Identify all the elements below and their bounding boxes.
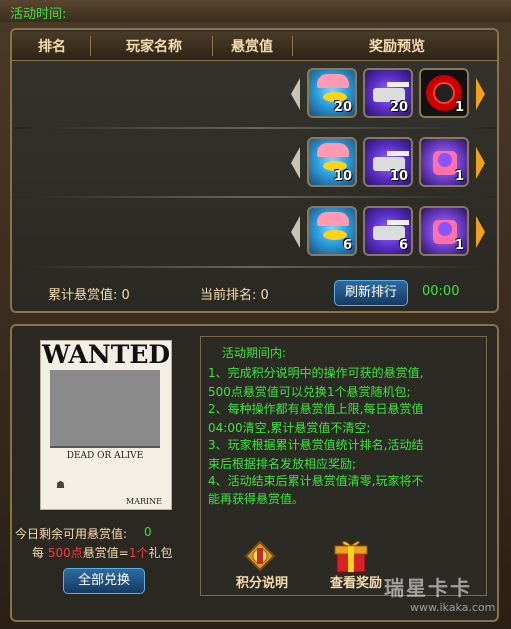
reward-slot[interactable]: 6 [307, 206, 357, 256]
dead-or-alive-text: DEAD OR ALIVE [66, 451, 144, 461]
rule-line: 2、每种操作都有悬赏值上限,每日悬赏值 [208, 402, 424, 416]
total-bounty-label: 累计悬赏值: [48, 288, 118, 303]
reward-quantity: 20 [333, 100, 352, 115]
rule-line: 能再获得悬赏值。 [208, 492, 305, 506]
rule-line: 束后根据排名发放相应奖励; [208, 457, 357, 471]
gift-box-icon [334, 541, 368, 573]
points-help-label[interactable]: 积分说明 [222, 572, 302, 591]
reward-next-arrow[interactable] [476, 147, 485, 179]
watermark-url: www.ikaka.com [410, 601, 496, 614]
wanted-title: WANTED [42, 340, 171, 369]
poster-seal-icon: ☗ [56, 480, 65, 491]
exchange-all-button[interactable]: 全部兑换 [63, 568, 145, 594]
rule-line: 04:00清空,累计悬赏值不清空; [208, 421, 371, 435]
countdown-timer: 00:00 [422, 284, 460, 299]
refresh-ranking-button[interactable]: 刷新排行 [334, 280, 408, 306]
reward-slot[interactable]: 1 [419, 206, 469, 256]
header-reward-preview: 奖励预览 [369, 39, 425, 55]
rate-points: 500点 [47, 546, 83, 560]
ranking-header: 排名 玩家名称 悬赏值 奖励预览 [12, 32, 497, 61]
row-divider [14, 266, 495, 268]
rate-middle: 悬赏值= [82, 546, 129, 560]
wanted-photo-rule [50, 446, 160, 448]
view-rewards-button[interactable] [333, 536, 369, 574]
reward-prev-arrow[interactable] [291, 78, 300, 110]
top-bar [0, 0, 511, 22]
reward-next-arrow[interactable] [476, 216, 485, 248]
rule-line: 活动期间内: [222, 346, 287, 360]
current-rank-value: 0 [260, 288, 269, 303]
header-separator [90, 36, 91, 56]
wanted-photo-placeholder [50, 370, 160, 446]
exchange-rate-text: 每 500点悬赏值=1个礼包 [32, 544, 172, 561]
reward-quantity: 6 [342, 238, 352, 253]
header-player-name: 玩家名称 [126, 39, 182, 55]
reward-slot[interactable]: 10 [307, 137, 357, 187]
event-time-label: 活动时间: [10, 7, 67, 22]
header-bounty: 悬赏值 [231, 39, 273, 55]
site-watermark: 瑞星卡卡 www.ikaka.com [384, 572, 504, 618]
marine-text: MARINE [126, 497, 162, 506]
remaining-bounty-value: 0 [144, 525, 152, 539]
reward-slot[interactable]: 1 [419, 137, 469, 187]
rule-line: 1、完成积分说明中的操作可获的悬赏值, [208, 366, 424, 380]
watermark-brand: 瑞星卡卡 [384, 576, 472, 600]
row-divider [14, 127, 495, 129]
remaining-bounty-label: 今日剩余可用悬赏值: [15, 527, 128, 541]
reward-slot[interactable]: 20 [307, 68, 357, 118]
reward-slot[interactable]: 20 [363, 68, 413, 118]
points-help-button[interactable] [244, 540, 276, 572]
reward-quantity: 6 [398, 238, 408, 253]
header-separator [292, 36, 293, 56]
rate-suffix: 礼包 [148, 546, 173, 560]
reward-quantity: 10 [389, 169, 408, 184]
rule-line: 500点悬赏值可以兑换1个悬赏随机包; [208, 385, 411, 399]
rate-count: 1个 [128, 546, 149, 560]
rate-prefix: 每 [32, 546, 45, 560]
current-rank-label: 当前排名: [200, 288, 257, 303]
reward-prev-arrow[interactable] [291, 147, 300, 179]
reward-prev-arrow[interactable] [291, 216, 300, 248]
current-rank: 当前排名: 0 [200, 284, 269, 303]
row-divider [14, 196, 495, 198]
rule-line: 4、活动结束后累计悬赏值清零,玩家将不 [208, 474, 424, 488]
reward-next-arrow[interactable] [476, 78, 485, 110]
header-separator [212, 36, 213, 56]
total-bounty-value: 0 [121, 288, 130, 303]
reward-slot[interactable]: 1 [419, 68, 469, 118]
reward-quantity: 10 [333, 169, 352, 184]
reward-quantity: 1 [454, 238, 464, 253]
medal-icon [244, 540, 276, 572]
total-bounty: 累计悬赏值: 0 [48, 284, 130, 303]
header-rank: 排名 [38, 39, 66, 55]
reward-quantity: 1 [454, 169, 464, 184]
reward-slot[interactable]: 10 [363, 137, 413, 187]
rule-line: 3、玩家根据累计悬赏值统计排名,活动结 [208, 438, 424, 452]
reward-quantity: 1 [454, 100, 464, 115]
reward-quantity: 20 [389, 100, 408, 115]
reward-slot[interactable]: 6 [363, 206, 413, 256]
